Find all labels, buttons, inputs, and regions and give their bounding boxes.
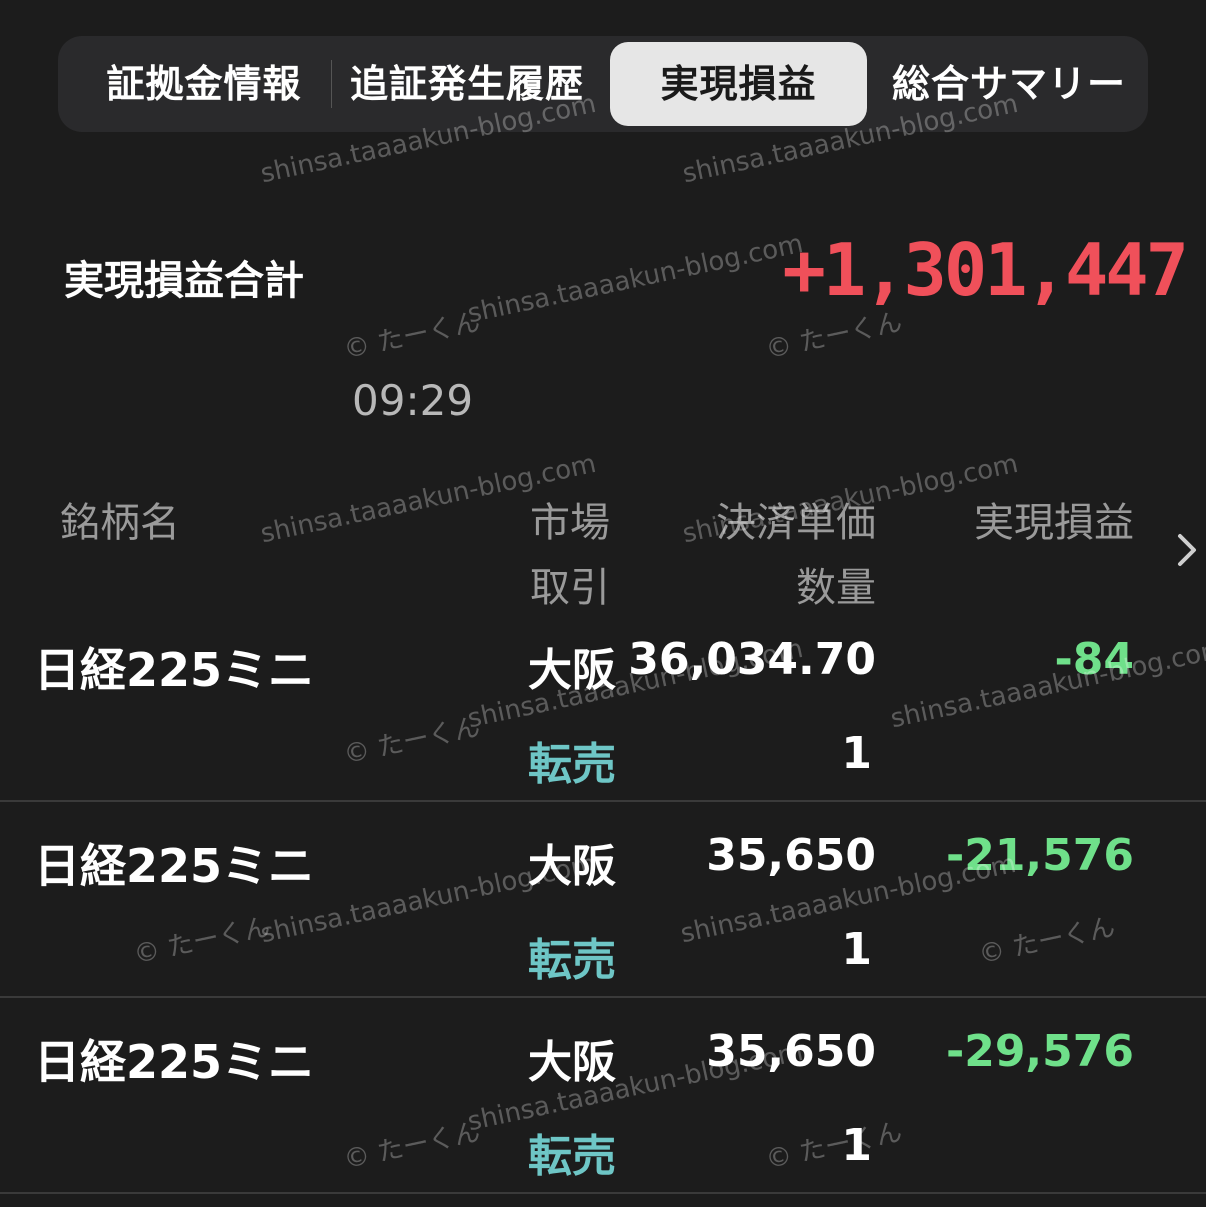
column-header-name: 銘柄名 <box>60 500 180 546</box>
row-quantity: 1 <box>841 728 872 779</box>
row-quantity: 1 <box>841 924 872 975</box>
column-header-market: 市場 <box>530 500 610 546</box>
row-instrument-name: 日経225ミニ <box>34 839 315 893</box>
tab-bar: 証拠金情報 追証発生履歴 実現損益 総合サマリー <box>58 36 1148 132</box>
watermark-author: © たーくん <box>341 307 483 366</box>
chevron-right-icon[interactable] <box>1172 528 1206 572</box>
row-quantity: 1 <box>841 1120 872 1171</box>
realized-pnl-screen: 証拠金情報 追証発生履歴 実現損益 総合サマリー 実現損益合計 +1,301,4… <box>0 0 1206 1207</box>
row-trade-type: 転売 <box>528 739 616 790</box>
row-instrument-name: 日経225ミニ <box>34 643 315 697</box>
total-realized-pnl-label: 実現損益合計 <box>64 258 304 304</box>
update-time: 09:29 <box>352 376 474 425</box>
table-row[interactable]: 日経225ミニ 大阪 転売 36,034.70 1 -84 <box>0 604 1206 802</box>
table-row[interactable]: 日経225ミニ 大阪 転売 35,650 1 -21,576 <box>0 800 1206 998</box>
tab-margin-call-history[interactable]: 追証発生履歴 <box>336 42 598 126</box>
table-row[interactable]: 日経225ミニ 大阪 転売 35,650 1 -29,576 <box>0 996 1206 1194</box>
tab-overall-summary[interactable]: 総合サマリー <box>878 42 1140 126</box>
row-trade-type: 転売 <box>528 1131 616 1182</box>
row-market: 大阪 <box>528 645 616 696</box>
tab-divider <box>331 60 332 108</box>
row-market: 大阪 <box>528 1037 616 1088</box>
row-settlement-price: 36,034.70 <box>628 634 876 685</box>
tab-realized-pnl[interactable]: 実現損益 <box>610 42 867 126</box>
row-trade-type: 転売 <box>528 935 616 986</box>
row-settlement-price: 35,650 <box>706 830 876 881</box>
row-settlement-price: 35,650 <box>706 1026 876 1077</box>
tab-margin-info[interactable]: 証拠金情報 <box>76 42 332 126</box>
row-realized-pnl: -21,576 <box>945 830 1134 881</box>
total-realized-pnl-value: +1,301,447 <box>782 228 1189 312</box>
row-realized-pnl: -84 <box>1054 634 1135 685</box>
watermark-site: shinsa.taaaakun-blog.com <box>465 228 806 330</box>
row-realized-pnl: -29,576 <box>945 1026 1134 1077</box>
column-header-price: 決済単価 <box>716 500 876 546</box>
row-instrument-name: 日経225ミニ <box>34 1035 315 1089</box>
column-header-pnl: 実現損益 <box>974 500 1134 546</box>
row-market: 大阪 <box>528 841 616 892</box>
